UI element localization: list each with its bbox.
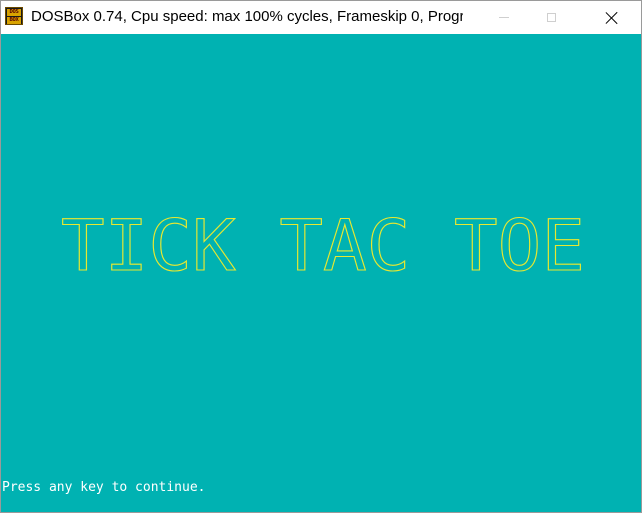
dosbox-icon[interactable]: DOS BOX <box>5 7 23 25</box>
window-title: DOSBox 0.74, Cpu speed: max 100% cycles,… <box>31 8 463 25</box>
maximize-button[interactable] <box>528 1 574 34</box>
continue-prompt: Press any key to continue. <box>2 480 206 495</box>
dos-screen[interactable]: TICK TAC TOE Press any key to continue. <box>1 34 641 512</box>
maximize-icon <box>546 13 556 22</box>
dosbox-window: DOS BOX DOSBox 0.74, Cpu speed: max 100%… <box>0 0 642 513</box>
close-button[interactable] <box>589 1 635 34</box>
icon-text-top: DOS <box>7 9 21 16</box>
title-bar[interactable]: DOS BOX DOSBox 0.74, Cpu speed: max 100%… <box>1 1 641 34</box>
icon-text-bottom: BOX <box>7 17 21 24</box>
minimize-button[interactable] <box>481 1 527 34</box>
minimize-icon <box>499 17 509 18</box>
close-icon <box>606 12 618 24</box>
game-title-graphic: TICK TAC TOE <box>60 204 585 287</box>
game-title: TICK TAC TOE <box>61 205 585 287</box>
